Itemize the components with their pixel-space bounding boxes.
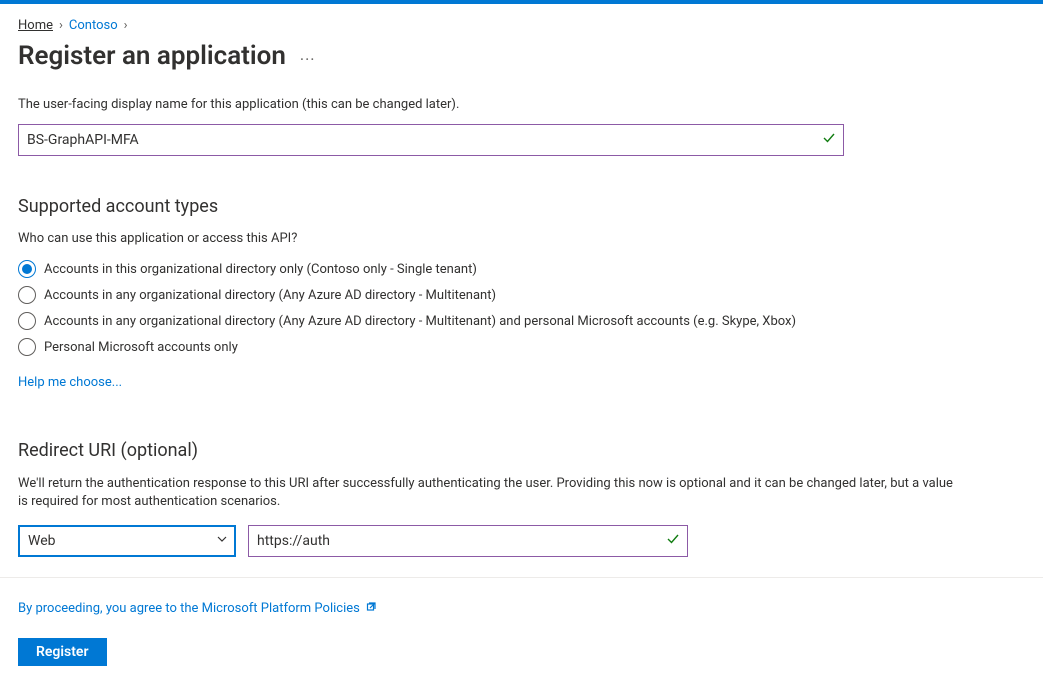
- divider: [0, 577, 1043, 578]
- redirect-uri-input[interactable]: [248, 525, 688, 557]
- radio-multitenant-personal[interactable]: Accounts in any organizational directory…: [18, 312, 1025, 330]
- platform-select[interactable]: Web: [18, 525, 236, 557]
- breadcrumb-tenant[interactable]: Contoso: [69, 18, 118, 33]
- platform-select-value: Web: [28, 533, 56, 549]
- account-types-radio-group: Accounts in this organizational director…: [18, 260, 1025, 356]
- register-button[interactable]: Register: [18, 638, 107, 666]
- more-actions-button[interactable]: ···: [300, 44, 316, 69]
- radio-label: Personal Microsoft accounts only: [44, 340, 238, 355]
- breadcrumb: Home › Contoso ›: [18, 18, 1025, 33]
- name-field-help: The user-facing display name for this ap…: [18, 97, 1025, 112]
- page-title: Register an application: [18, 41, 286, 71]
- redirect-description: We'll return the authentication response…: [18, 475, 958, 511]
- radio-single-tenant[interactable]: Accounts in this organizational director…: [18, 260, 1025, 278]
- breadcrumb-home[interactable]: Home: [18, 18, 53, 33]
- radio-icon: [18, 286, 36, 304]
- radio-label: Accounts in any organizational directory…: [44, 314, 796, 329]
- redirect-heading: Redirect URI (optional): [18, 440, 1025, 461]
- account-types-sub: Who can use this application or access t…: [18, 231, 1025, 246]
- radio-label: Accounts in this organizational director…: [44, 262, 477, 277]
- radio-personal-only[interactable]: Personal Microsoft accounts only: [18, 338, 1025, 356]
- radio-label: Accounts in any organizational directory…: [44, 288, 496, 303]
- radio-icon: [18, 338, 36, 356]
- help-me-choose-link[interactable]: Help me choose...: [18, 375, 122, 390]
- radio-icon: [18, 260, 36, 278]
- external-link-icon: [366, 600, 378, 616]
- account-types-heading: Supported account types: [18, 196, 1025, 217]
- app-name-input[interactable]: [18, 124, 844, 156]
- radio-icon: [18, 312, 36, 330]
- radio-multitenant[interactable]: Accounts in any organizational directory…: [18, 286, 1025, 304]
- chevron-right-icon: ›: [124, 18, 128, 33]
- platform-policies-link[interactable]: By proceeding, you agree to the Microsof…: [18, 601, 360, 616]
- chevron-right-icon: ›: [59, 18, 63, 33]
